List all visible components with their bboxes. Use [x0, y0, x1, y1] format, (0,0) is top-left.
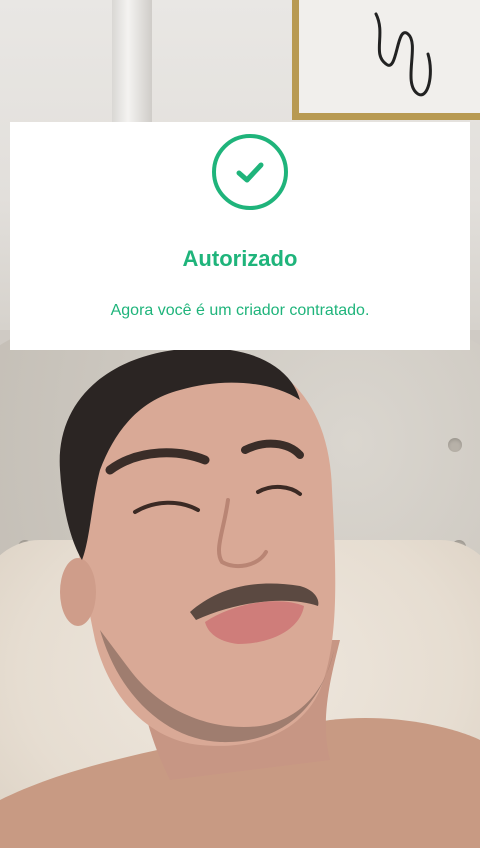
dialog-message: Agora você é um criador contratado.: [110, 302, 370, 319]
checkmark-circle-icon: [212, 134, 288, 210]
dialog-title: Autorizado: [182, 246, 298, 271]
authorization-dialog: Autorizado Agora você é um criador contr…: [10, 122, 470, 350]
checkmark-icon: [236, 162, 264, 183]
